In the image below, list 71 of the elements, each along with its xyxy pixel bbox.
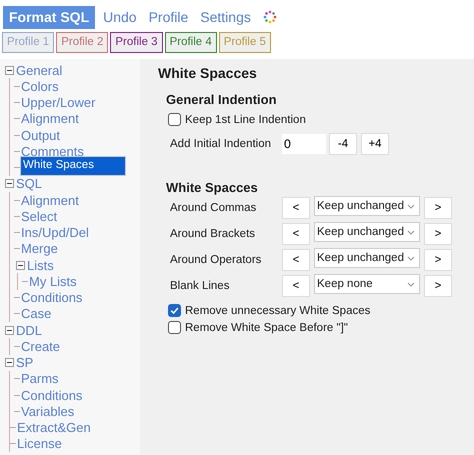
tree-item[interactable]: Alignment	[20, 111, 80, 126]
group-title: General Indention	[166, 91, 278, 107]
section-title: White Spacces	[158, 65, 258, 83]
collapse-toggle-icon[interactable]	[5, 326, 14, 335]
field-label: Blank Lines	[170, 280, 230, 292]
spinner-icon[interactable]	[262, 10, 277, 24]
checkbox-label: Keep 1st Line Indention	[185, 114, 306, 126]
chevron-down-icon	[407, 256, 415, 260]
dropdown[interactable]: Keep unchanged	[314, 248, 420, 268]
tree-item[interactable]: Alignment	[20, 192, 80, 208]
dropdown[interactable]: Keep none	[314, 274, 420, 294]
tree-item[interactable]: Lists	[26, 258, 55, 273]
tree-item[interactable]: Variables	[20, 404, 76, 419]
tree-item[interactable]: Ins/Upd/Del	[20, 225, 90, 240]
previous-button[interactable]: <	[282, 275, 310, 297]
profile-button[interactable]: Profile 5	[218, 32, 271, 53]
group-title: White Spacces	[166, 179, 259, 195]
field-label: Add Initial Indention	[170, 138, 272, 150]
tree-item[interactable]: SQL	[15, 176, 44, 192]
menu-tab[interactable]: Profile	[142, 6, 194, 28]
tree-item[interactable]: Output	[20, 128, 62, 143]
checkbox-label: Remove unnecessary White Spaces	[185, 304, 370, 316]
field-label: Around Operators	[170, 254, 262, 266]
previous-button[interactable]: <	[282, 223, 310, 245]
menu-tab[interactable]: Settings	[194, 6, 257, 28]
checkbox[interactable]	[168, 304, 181, 317]
previous-button[interactable]: <	[282, 197, 310, 219]
collapse-toggle-icon[interactable]	[5, 358, 14, 368]
profile-button[interactable]: Profile 3	[110, 32, 163, 53]
tree-item[interactable]: Select	[20, 208, 58, 224]
tree-item[interactable]: Case	[20, 306, 52, 322]
tree-item[interactable]: Create	[20, 338, 62, 354]
tree-item[interactable]: SP	[15, 355, 34, 370]
next-button[interactable]: >	[424, 275, 452, 297]
checkbox[interactable]	[168, 113, 181, 126]
tree-item[interactable]: Extract&Gen	[16, 420, 92, 436]
tree-item[interactable]: White Spaces	[20, 156, 126, 176]
collapse-toggle-icon[interactable]	[5, 66, 14, 75]
step-button[interactable]: -4	[329, 133, 357, 155]
previous-button[interactable]: <	[282, 249, 310, 271]
dropdown[interactable]: Keep unchanged	[314, 222, 420, 242]
tree-item[interactable]: Upper/Lower	[20, 95, 96, 110]
collapse-toggle-icon[interactable]	[5, 179, 14, 188]
menu-tab[interactable]: Undo	[97, 6, 143, 28]
tree-item[interactable]: Conditions	[20, 388, 84, 403]
tree-item[interactable]: My Lists	[28, 274, 78, 289]
next-button[interactable]: >	[424, 223, 452, 245]
tree-item[interactable]: License	[16, 436, 63, 452]
input-field[interactable]: 0	[282, 134, 326, 154]
tree-item[interactable]: Conditions	[20, 290, 84, 306]
step-button[interactable]: +4	[361, 133, 389, 155]
checkbox[interactable]	[168, 321, 181, 334]
tree-item[interactable]: General	[15, 62, 64, 78]
tree-item[interactable]: Colors	[20, 78, 60, 94]
collapse-toggle-icon[interactable]	[16, 260, 25, 270]
tree-item[interactable]: Parms	[20, 371, 60, 386]
chevron-down-icon	[407, 204, 415, 208]
menu-tab[interactable]: Format SQL	[3, 6, 96, 28]
tree-item[interactable]: DDL	[15, 322, 44, 338]
profile-button[interactable]: Profile 4	[164, 32, 217, 53]
chevron-down-icon	[407, 282, 415, 286]
dropdown[interactable]: Keep unchanged	[314, 196, 420, 216]
tree-item[interactable]: Merge	[20, 241, 59, 256]
profile-button[interactable]: Profile 2	[56, 32, 108, 53]
field-label: Around Commas	[170, 202, 258, 214]
checkbox-label: Remove White Space Before "]"	[185, 322, 348, 334]
chevron-down-icon	[407, 230, 415, 234]
profile-button[interactable]: Profile 1	[2, 32, 54, 53]
next-button[interactable]: >	[424, 249, 452, 271]
next-button[interactable]: >	[424, 197, 452, 219]
field-label: Around Brackets	[170, 228, 256, 240]
